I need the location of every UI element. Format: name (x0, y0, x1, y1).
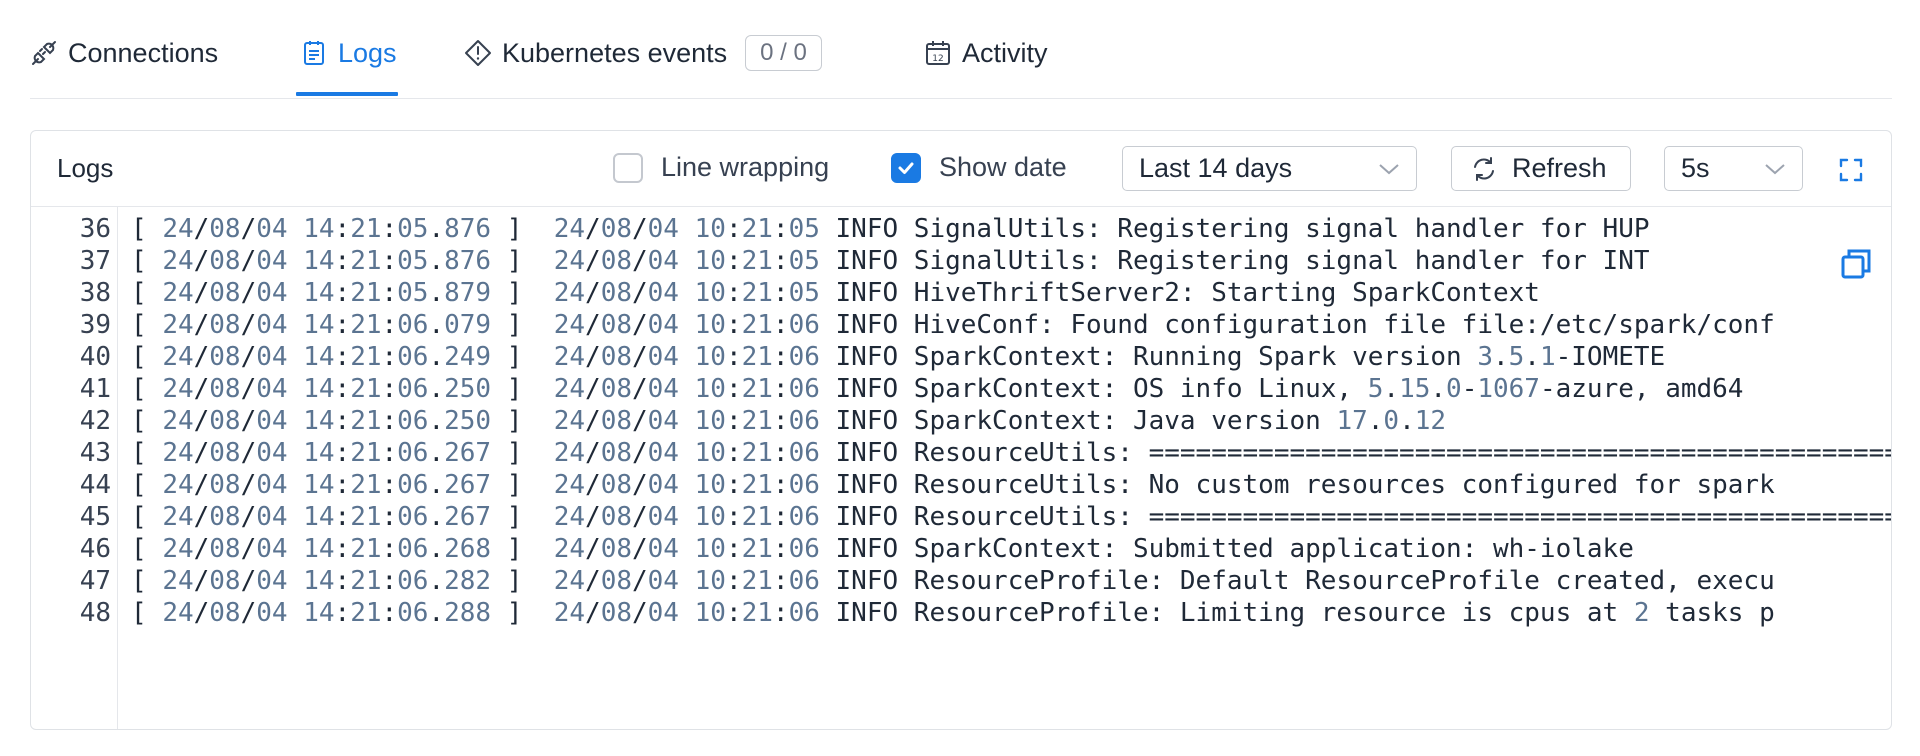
show-date-checkbox[interactable]: Show date (891, 152, 1067, 183)
show-date-label: Show date (939, 152, 1067, 182)
logs-panel: Logs Line wrapping Show date Last 14 day… (30, 130, 1892, 730)
line-wrapping-label: Line wrapping (661, 152, 830, 182)
plug-icon (30, 39, 58, 67)
log-text: [ 24/08/04 14:21:06.288 ] 24/08/04 10:21… (131, 598, 1775, 628)
line-wrapping-checkbox[interactable]: Line wrapping (613, 152, 829, 183)
tab-activity[interactable]: 12 Activity (924, 34, 1048, 72)
refresh-icon (1474, 156, 1494, 181)
tab-bar: Connections Logs Kubernetes events 0 / 0… (30, 0, 1892, 99)
tab-connections[interactable]: Connections (30, 34, 218, 72)
tab-kubernetes-events[interactable]: Kubernetes events 0 / 0 (464, 34, 822, 72)
active-tab-indicator (296, 92, 398, 96)
tab-label: Activity (962, 37, 1048, 68)
tab-label: Kubernetes events (502, 37, 728, 68)
checkbox-box[interactable] (613, 152, 643, 183)
log-line: 48 [ 24/08/04 14:21:06.288 ] 24/08/04 10:… (31, 594, 1891, 633)
chevron-down-icon (1379, 163, 1399, 174)
document-icon (300, 39, 328, 67)
fullscreen-icon[interactable] (1839, 158, 1863, 182)
panel-title: Logs (57, 153, 114, 183)
refresh-button[interactable]: Refresh (1451, 146, 1631, 191)
refresh-interval-select[interactable]: 5s (1664, 146, 1803, 191)
copy-icon[interactable] (1839, 247, 1873, 281)
events-count-badge: 0 / 0 (745, 35, 822, 71)
time-range-select[interactable]: Last 14 days (1122, 146, 1417, 191)
chevron-down-icon (1765, 163, 1785, 174)
diamond-alert-icon (464, 39, 492, 67)
checkmark-icon (898, 162, 914, 174)
tab-label: Logs (338, 37, 397, 68)
tab-label: Connections (68, 37, 219, 68)
refresh-interval-value: 5s (1681, 153, 1710, 183)
checkbox-box[interactable] (891, 152, 921, 183)
log-viewer[interactable]: 36[ 24/08/04 14:21:05.876 ] 24/08/04 10:… (31, 207, 1891, 729)
logs-toolbar: Logs Line wrapping Show date Last 14 day… (31, 131, 1891, 207)
tab-logs[interactable]: Logs (300, 34, 397, 72)
refresh-label: Refresh (1512, 153, 1607, 183)
svg-text:12: 12 (932, 54, 943, 64)
time-range-value: Last 14 days (1139, 153, 1293, 183)
calendar-icon: 12 (924, 39, 952, 67)
line-number: 48 (79, 598, 111, 628)
